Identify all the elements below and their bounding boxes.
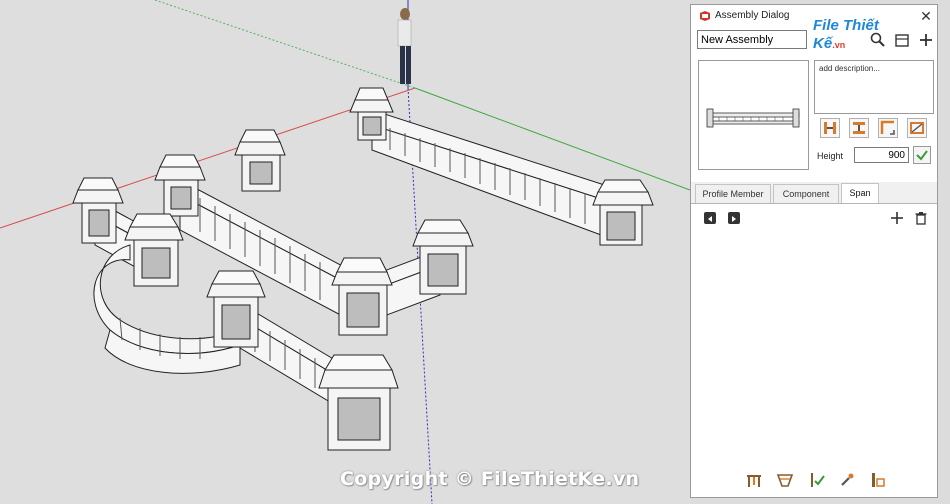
copyright-watermark: Copyright © FileThietKe.vn bbox=[340, 468, 640, 490]
plus-icon[interactable] bbox=[917, 31, 935, 49]
rail-preview-image bbox=[706, 108, 800, 128]
frame-icon bbox=[910, 122, 924, 134]
description-field[interactable]: add description... bbox=[814, 60, 934, 114]
app-icon bbox=[700, 11, 710, 21]
apply-height-button[interactable] bbox=[913, 146, 931, 164]
export-tool-icon[interactable] bbox=[869, 471, 887, 489]
3d-viewport[interactable]: Copyright © FileThietKe.vn bbox=[0, 0, 690, 504]
tab-profile-member[interactable]: Profile Member bbox=[695, 184, 771, 203]
search-icon[interactable] bbox=[869, 31, 887, 49]
align-left-button[interactable] bbox=[820, 118, 840, 138]
align-center-button[interactable] bbox=[849, 118, 869, 138]
dialog-title: Assembly Dialog bbox=[715, 10, 790, 21]
person-figure bbox=[397, 8, 412, 84]
next-icon[interactable] bbox=[728, 212, 740, 224]
trash-icon[interactable] bbox=[914, 211, 928, 225]
library-icon[interactable] bbox=[893, 31, 911, 49]
tab-bar: Profile Member Component Span bbox=[691, 182, 937, 204]
height-label: Height bbox=[817, 151, 844, 161]
close-icon[interactable]: ✕ bbox=[917, 6, 935, 26]
add-span-plus-icon[interactable] bbox=[890, 211, 904, 225]
stair-tool-icon[interactable] bbox=[776, 471, 794, 489]
eyedropper-icon[interactable] bbox=[838, 471, 856, 489]
railing-tool-icon[interactable] bbox=[745, 471, 763, 489]
prev-icon[interactable] bbox=[704, 212, 716, 224]
tab-span[interactable]: Span bbox=[841, 183, 879, 203]
assembly-dialog: Assembly Dialog ✕ File Thiết Kế.vn add d bbox=[690, 4, 938, 498]
span-panel bbox=[691, 204, 937, 460]
validate-tool-icon[interactable] bbox=[808, 471, 826, 489]
model-scene bbox=[0, 0, 690, 504]
bottom-toolbar bbox=[691, 465, 937, 495]
corner-icon bbox=[880, 120, 895, 135]
align-sides-icon bbox=[824, 122, 836, 134]
assembly-preview bbox=[698, 60, 809, 170]
align-corner-button[interactable] bbox=[878, 118, 898, 138]
align-frame-button[interactable] bbox=[907, 118, 927, 138]
height-input[interactable] bbox=[854, 147, 909, 163]
align-top-bottom-icon bbox=[853, 122, 865, 134]
tab-component[interactable]: Component bbox=[773, 184, 839, 203]
assembly-name-input[interactable] bbox=[697, 30, 807, 49]
checkmark-icon bbox=[916, 150, 928, 161]
